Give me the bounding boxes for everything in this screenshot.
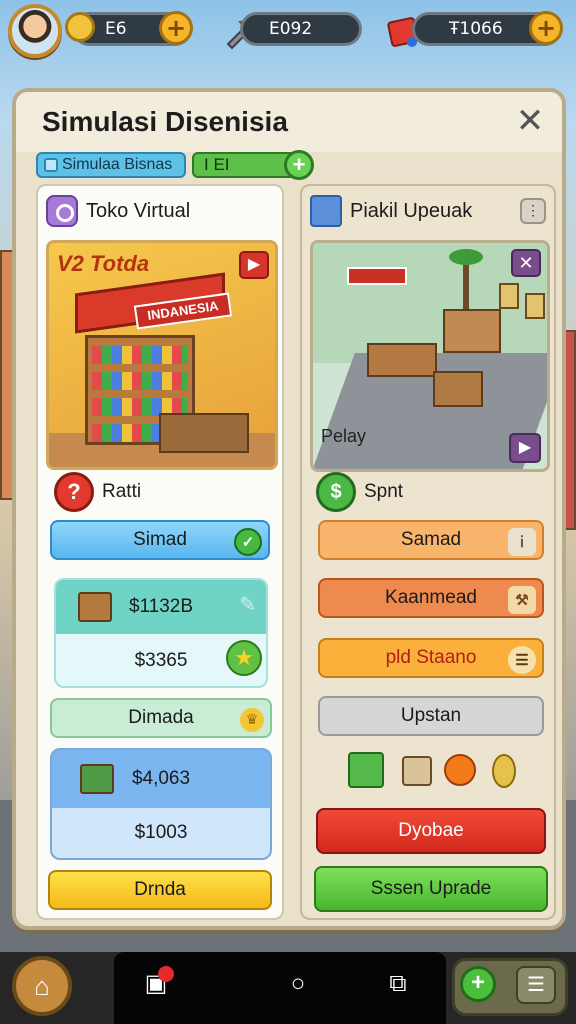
business-sim-panel: Simulasi Disenisia ✕ Simulaa Bisnas I EI… [12, 88, 566, 930]
box-icon[interactable] [402, 756, 432, 786]
edit-icon[interactable]: ✎ [239, 592, 256, 617]
price-card-1: $1132B ✎ $3365 ★ [54, 578, 268, 688]
currency-resource-value: E092 [269, 19, 313, 39]
info-icon: ⅰ [508, 528, 536, 556]
currency-coins-value: E6 [105, 19, 127, 39]
shop-counter [159, 413, 249, 453]
copy-icon[interactable]: ⧉ [382, 968, 414, 1000]
room-table [367, 343, 437, 377]
room-illustration[interactable]: Pelay ✕ ▶ [310, 240, 550, 472]
more-options-button[interactable]: ⋮ [520, 198, 546, 224]
price-card-1-price: $1132B [128, 596, 194, 617]
currency-pill-resource: E092 [240, 12, 362, 46]
home-icon[interactable]: ⌂ [12, 956, 72, 1016]
level-label: I EI [204, 155, 230, 174]
room-status: $ Spnt [316, 472, 403, 512]
tab-icon [44, 158, 58, 172]
egg-icon[interactable] [492, 754, 516, 788]
toko-virtual-card: Toko Virtual INDANESIA V2 Totda ▶ ? Ratt… [36, 184, 284, 920]
upgrade-button-label: Sssen Uprade [370, 878, 492, 899]
drnda-button[interactable]: Drnda [48, 870, 272, 910]
dimada-button-label: Dimada [128, 707, 194, 728]
tab-simulasi-bisnis[interactable]: Simulaa Bisnas [36, 152, 186, 178]
currency-gems-value: Ŧ1066 [449, 19, 503, 39]
room-status-label: Spnt [364, 481, 404, 502]
panel-title: Simulasi Disenisia [42, 106, 288, 137]
gift-icon[interactable] [348, 752, 384, 788]
wall-frame [525, 293, 545, 319]
shop-scene-label: V2 Totda [57, 251, 150, 276]
cube-icon [310, 195, 342, 227]
search-icon[interactable]: ○ [282, 968, 314, 1000]
price-card-2-price: $4,063 [131, 768, 191, 789]
room-close-button[interactable]: ✕ [511, 249, 541, 277]
add-coins-button[interactable]: + [159, 11, 193, 45]
shop-status-label: Ratti [102, 481, 142, 502]
staano-button[interactable]: pld Staano ☰ [318, 638, 544, 678]
coin-icon [65, 12, 95, 42]
close-icon[interactable]: ✕ [512, 104, 548, 138]
hammer-icon: ⚒ [508, 586, 536, 614]
level-plus-button[interactable]: + [284, 150, 314, 180]
star-icon[interactable]: ★ [226, 640, 262, 676]
palm-plant [449, 249, 483, 309]
samad-button-label: Samad [400, 529, 462, 550]
top-hud: E6 + E092 Ŧ1066 + [0, 4, 576, 58]
room-scene-label: Pelay [321, 426, 367, 446]
shop-status: ? Ratti [54, 472, 141, 512]
upgrade-button[interactable]: Sssen Uprade [314, 866, 548, 912]
price-card-2-value: $1003 [134, 822, 188, 843]
room-next-button[interactable]: ▶ [509, 433, 541, 463]
orange-icon[interactable] [444, 754, 476, 786]
dyobae-button[interactable]: Dyobae [316, 808, 546, 854]
simad-button[interactable]: Simad ✓ [50, 520, 270, 560]
list-icon: ☰ [508, 646, 536, 674]
upstan-button-label: Upstan [400, 705, 462, 726]
shop-next-button[interactable]: ▶ [239, 251, 269, 279]
simad-button-label: Simad [133, 529, 187, 550]
plus-icon[interactable]: + [460, 966, 496, 1002]
upgrade-title: Piakil Upeuak [350, 199, 473, 222]
crown-icon: ♛ [240, 708, 264, 732]
money-icon: $ [316, 472, 356, 512]
toko-virtual-header: Toko Virtual [46, 194, 190, 228]
room-cabinet [443, 309, 501, 353]
tab-label: Simulaa Bisnas [62, 156, 173, 173]
currency-pill-coins: E6 + [65, 11, 193, 46]
samad-button[interactable]: Samad ⅰ [318, 520, 544, 560]
list-icon[interactable]: ☰ [516, 966, 556, 1004]
add-gems-button[interactable]: + [529, 11, 563, 45]
room-cabinet [433, 371, 483, 407]
price-card-2: $4,063 $1003 [50, 748, 272, 860]
kaanmead-button-label: Kaanmead [385, 587, 477, 608]
currency-pill-gems: Ŧ1066 + [412, 11, 563, 46]
shop-illustration[interactable]: INDANESIA V2 Totda ▶ [46, 240, 278, 470]
upgrade-header: Piakil Upeuak [310, 194, 472, 228]
drnda-button-label: Drnda [134, 879, 186, 900]
wall-frame [499, 283, 519, 309]
toko-virtual-title: Toko Virtual [86, 199, 191, 222]
staano-button-label: pld Staano [385, 647, 477, 668]
player-avatar[interactable] [8, 4, 62, 58]
dimada-button[interactable]: Dimada ♛ [50, 698, 272, 738]
notification-badge [158, 966, 174, 982]
store-icon [46, 195, 78, 227]
check-icon: ✓ [234, 528, 262, 556]
panel-header: Simulasi Disenisia ✕ [16, 92, 562, 152]
shelf-row [92, 346, 188, 364]
kaanmead-button[interactable]: Kaanmead ⚒ [318, 578, 544, 618]
upstan-button[interactable]: Upstan [318, 696, 544, 736]
shelf-row [92, 372, 188, 390]
upgrade-card: Piakil Upeuak ⋮ Pelay ✕ ▶ $ Spnt Samad ⅰ [300, 184, 556, 920]
alert-icon: ? [54, 472, 94, 512]
dyobae-button-label: Dyobae [398, 820, 464, 841]
room-sign [347, 267, 407, 285]
